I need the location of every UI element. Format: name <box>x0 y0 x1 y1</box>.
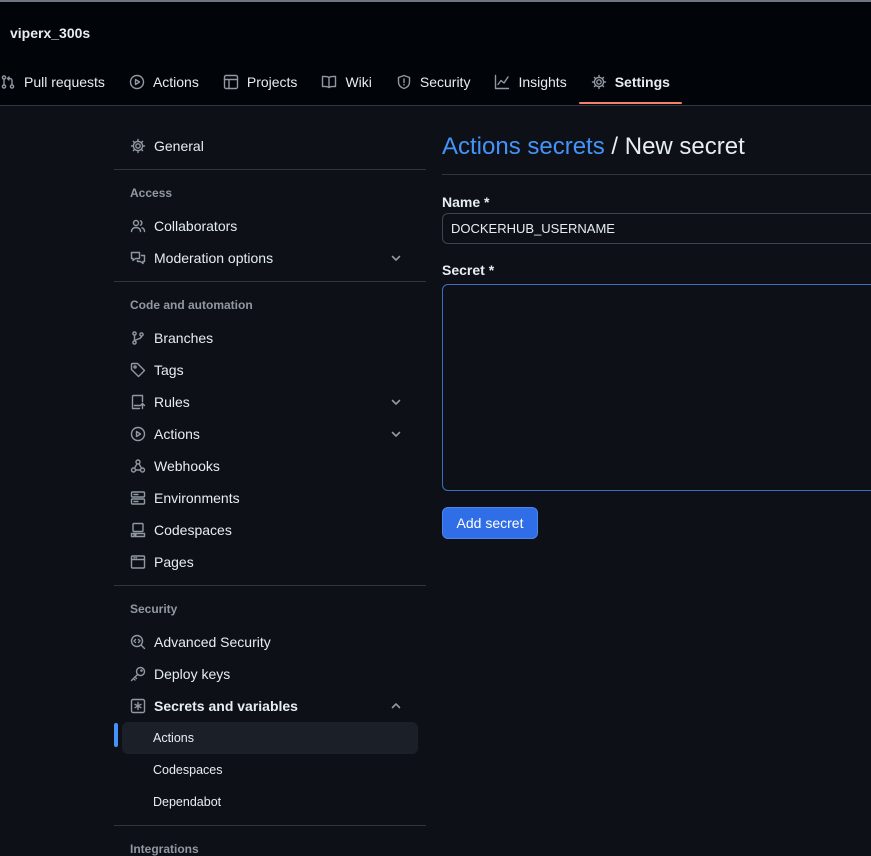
sidebar-divider <box>114 825 426 826</box>
repo-header: viperx_300s Pull requests Actions Projec… <box>0 2 871 106</box>
codescan-icon <box>130 634 146 650</box>
sidebar-item-deploy-keys[interactable]: Deploy keys <box>114 658 418 690</box>
tab-label: Actions <box>152 74 199 90</box>
sidebar-item-webhooks[interactable]: Webhooks <box>114 450 418 482</box>
comment-discussion-icon <box>130 251 146 265</box>
tab-insights[interactable]: Insights <box>482 62 578 102</box>
sidebar-item-general[interactable]: General <box>114 130 418 162</box>
secret-label: Secret * <box>442 262 495 278</box>
sidebar-subitem-label: Actions <box>153 731 194 745</box>
tab-label: Settings <box>614 74 670 90</box>
sidebar-item-rules[interactable]: Rules <box>114 386 418 418</box>
sidebar-divider <box>114 585 426 586</box>
git-branch-icon <box>132 331 144 345</box>
tab-actions[interactable]: Actions <box>117 62 211 102</box>
codespaces-icon <box>130 522 146 538</box>
settings-sidebar: General Access Collaborators Moderation … <box>114 106 426 856</box>
sidebar-heading-security: Security <box>130 602 178 616</box>
sidebar-item-label: Advanced Security <box>154 634 271 650</box>
gear-icon <box>591 74 606 90</box>
sidebar-item-label: Webhooks <box>154 458 220 474</box>
sidebar-subitem-label: Dependabot <box>153 795 222 809</box>
webhook-icon <box>130 459 146 473</box>
secret-name-input[interactable] <box>442 213 871 244</box>
name-label: Name * <box>442 194 490 210</box>
sidebar-item-label: Collaborators <box>154 218 238 234</box>
server-icon <box>130 491 146 505</box>
tag-icon <box>130 362 146 378</box>
sidebar-item-actions[interactable]: Actions <box>114 418 418 450</box>
asterisk-box-icon <box>130 698 146 714</box>
sidebar-item-advanced-security[interactable]: Advanced Security <box>114 626 418 658</box>
sidebar-item-collaborators[interactable]: Collaborators <box>114 210 418 242</box>
sidebar-item-codespaces[interactable]: Codespaces <box>114 514 418 546</box>
tab-label: Projects <box>246 74 298 90</box>
sidebar-item-label: Codespaces <box>154 522 232 538</box>
chevron-up-icon <box>391 703 401 709</box>
sidebar-heading-code-automation: Code and automation <box>130 298 253 312</box>
people-icon <box>130 219 146 233</box>
sidebar-subitem-actions[interactable]: Actions <box>122 722 418 754</box>
tab-security[interactable]: Security <box>384 62 483 102</box>
repo-name[interactable]: viperx_300s <box>10 25 90 41</box>
sidebar-subitem-label: Codespaces <box>153 763 223 777</box>
breadcrumb-actions-secrets-link[interactable]: Actions secrets <box>442 133 605 160</box>
sidebar-item-moderation-options[interactable]: Moderation options <box>114 242 418 274</box>
tab-wiki[interactable]: Wiki <box>309 62 383 102</box>
sidebar-item-label: Secrets and variables <box>154 698 298 714</box>
tab-projects[interactable]: Projects <box>211 62 310 102</box>
play-icon <box>129 74 145 90</box>
title-divider <box>442 174 871 175</box>
play-icon <box>130 426 146 442</box>
sidebar-heading-access: Access <box>130 186 173 200</box>
chevron-down-icon <box>391 431 401 437</box>
sidebar-subitem-codespaces[interactable]: Codespaces <box>122 754 418 786</box>
shield-icon <box>397 74 411 90</box>
key-icon <box>130 666 146 682</box>
sidebar-item-label: General <box>154 138 204 154</box>
browser-icon <box>130 555 146 569</box>
tab-settings[interactable]: Settings <box>578 62 683 104</box>
sidebar-item-label: Rules <box>154 394 190 410</box>
graph-icon <box>495 74 510 90</box>
sidebar-item-label: Moderation options <box>154 250 274 266</box>
sidebar-subitem-dependabot[interactable]: Dependabot <box>122 786 418 818</box>
add-secret-button[interactable]: Add secret <box>442 507 538 539</box>
sidebar-divider <box>114 281 426 282</box>
sidebar-item-tags[interactable]: Tags <box>114 354 418 386</box>
breadcrumb-separator: / <box>604 133 625 160</box>
selected-indicator <box>114 723 118 747</box>
tab-label: Pull requests <box>24 74 105 90</box>
tab-label: Insights <box>518 74 567 90</box>
gear-icon <box>130 138 146 154</box>
pull-request-icon <box>1 75 15 89</box>
tab-pull-requests[interactable]: Pull requests <box>0 62 117 102</box>
sidebar-item-environments[interactable]: Environments <box>114 482 418 514</box>
sidebar-item-label: Deploy keys <box>154 666 231 682</box>
sidebar-item-branches[interactable]: Branches <box>114 322 418 354</box>
sidebar-item-label: Environments <box>154 490 240 506</box>
repo-tabs: Pull requests Actions Projects Wiki Secu… <box>0 62 683 106</box>
chevron-down-icon <box>391 255 401 261</box>
sidebar-item-label: Pages <box>154 554 194 570</box>
page-title: Actions secrets / New secret <box>442 133 745 161</box>
sidebar-item-pages[interactable]: Pages <box>114 546 418 578</box>
secret-value-textarea[interactable] <box>442 284 871 491</box>
sidebar-divider <box>114 169 426 170</box>
sidebar-heading-integrations: Integrations <box>130 842 199 856</box>
new-secret-form: Actions secrets / New secret Name * Secr… <box>442 106 871 848</box>
page-title-text: New secret <box>624 133 745 160</box>
tab-label: Wiki <box>345 74 372 90</box>
sidebar-item-label: Actions <box>154 426 200 442</box>
sidebar-item-secrets-and-variables[interactable]: Secrets and variables <box>114 690 418 722</box>
chevron-down-icon <box>391 399 401 405</box>
book-icon <box>322 75 337 89</box>
table-icon <box>223 74 239 90</box>
sidebar-item-label: Tags <box>154 362 184 378</box>
tab-label: Security <box>419 74 471 90</box>
repo-push-icon <box>131 394 146 410</box>
sidebar-item-label: Branches <box>154 330 214 346</box>
